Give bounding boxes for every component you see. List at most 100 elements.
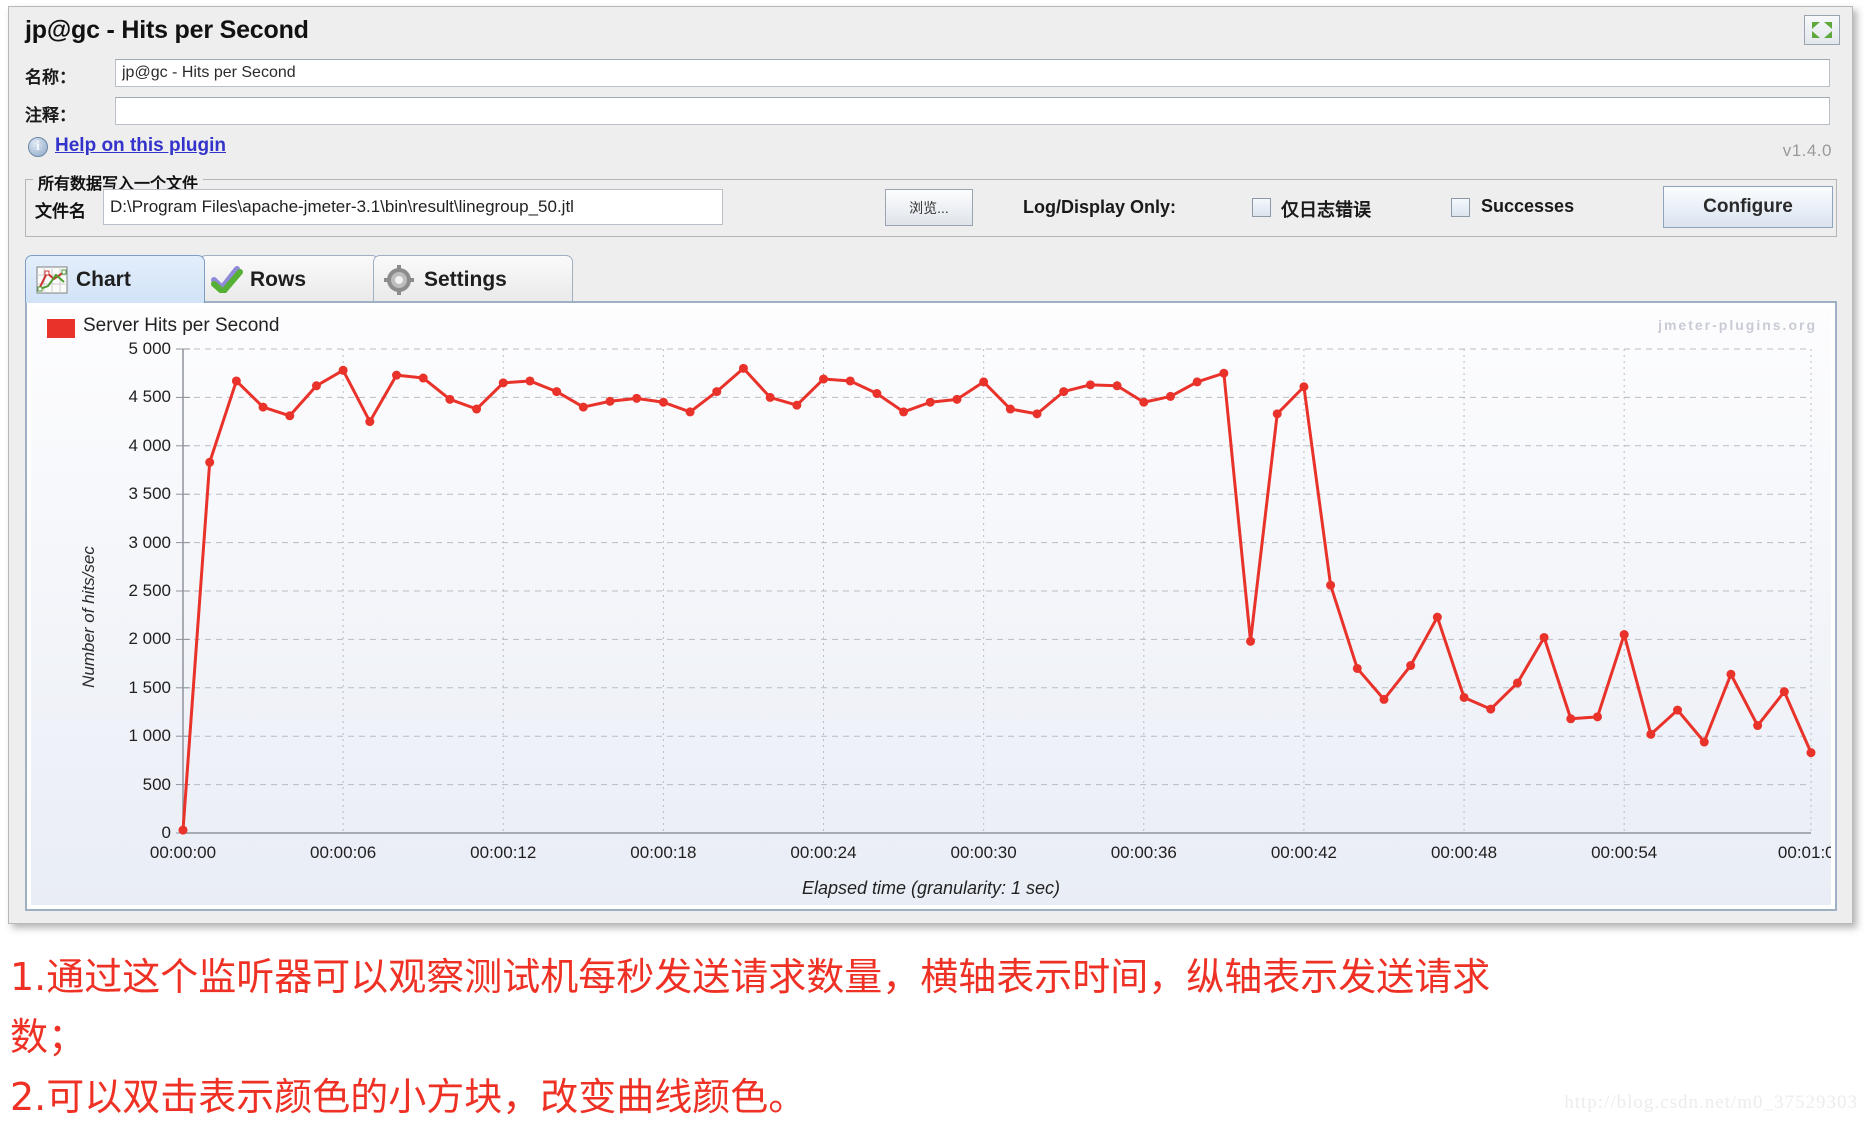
data-point [979,377,988,386]
double-check-icon [210,265,242,295]
data-point [1726,670,1735,679]
chart-area[interactable]: Server Hits per Second jmeter-plugins.or… [31,307,1831,905]
data-point [686,407,695,416]
y-axis-tick-label: 2 000 [61,629,171,649]
data-point [606,397,615,406]
y-axis-tick-label: 500 [61,775,171,795]
y-axis-tick-label: 4 000 [61,436,171,456]
tab-settings-label: Settings [424,268,507,292]
y-axis-tick-label: 3 000 [61,533,171,553]
successes-label: Successes [1481,196,1574,217]
data-point [1540,633,1549,642]
expand-arrows-icon[interactable] [1804,15,1840,45]
info-icon: i [28,137,48,157]
browse-button[interactable]: 浏览... [885,189,973,226]
errors-only-checkbox[interactable] [1252,198,1271,217]
data-point [419,374,428,383]
screenshot-root: jp@gc - Hits per Second 名称： 注释： i Help [0,0,1870,1126]
data-point [312,381,321,390]
data-point [792,401,801,410]
csdn-watermark: http://blog.csdn.net/m0_37529303 [1564,1092,1858,1114]
panel-title-bar: jp@gc - Hits per Second [9,7,1852,55]
data-point [1193,377,1202,386]
data-point [1246,637,1255,646]
data-point [1700,738,1709,747]
comment-row: 注释： [9,97,1852,127]
x-axis-tick-label: 00:00:30 [919,843,1049,863]
y-axis-tick-label: 3 500 [61,484,171,504]
y-axis-tick-label: 2 500 [61,581,171,601]
x-axis-tick-label: 00:00:42 [1239,843,1369,863]
chart-frame: Server Hits per Second jmeter-plugins.or… [25,301,1837,911]
data-point [1780,687,1789,696]
annotation-line-1: 1.通过这个监听器可以观察测试机每秒发送请求数量，横轴表示时间，纵轴表示发送请求 [10,946,1490,1001]
data-point [632,394,641,403]
data-point [259,403,268,412]
log-display-only-label: Log/Display Only: [1023,197,1176,218]
data-point [1299,382,1308,391]
data-point [1139,398,1148,407]
data-point [1593,712,1602,721]
x-axis-tick-label: 00:00:06 [278,843,408,863]
data-point [1566,714,1575,723]
data-point [1033,409,1042,418]
data-point [1326,581,1335,590]
data-point [1166,392,1175,401]
data-point [712,387,721,396]
y-axis-tick-label: 1 500 [61,678,171,698]
help-row: i Help on this plugin v1.4.0 [9,135,1852,163]
data-point [659,398,668,407]
data-point [952,395,961,404]
plugin-version-label: v1.4.0 [1783,141,1832,161]
plot-canvas: 05001 0001 5002 0002 5003 0003 5004 0004… [31,307,1831,905]
data-point [339,366,348,375]
data-point [232,376,241,385]
name-input[interactable] [115,59,1830,87]
data-point [1807,748,1816,757]
tab-chart[interactable]: Chart [25,255,205,303]
comment-input[interactable] [115,97,1830,125]
data-point [1353,664,1362,673]
line-chart-icon [36,265,68,295]
x-axis-tick-label: 00:01:01 [1746,843,1831,863]
x-axis-tick-label: 00:00:48 [1399,843,1529,863]
data-point [1673,706,1682,715]
x-axis-tick-label: 00:00:54 [1559,843,1689,863]
y-axis-tick-label: 0 [61,823,171,843]
data-point [579,403,588,412]
filename-label: 文件名 [35,197,86,222]
data-point [1219,369,1228,378]
chart-svg [31,307,1831,905]
successes-checkbox[interactable] [1451,198,1470,217]
data-point [1406,661,1415,670]
data-point [1620,630,1629,639]
annotation-line-3: 2.可以双击表示颜色的小方块，改变曲线颜色。 [10,1066,806,1121]
x-axis-tick-label: 00:00:18 [598,843,728,863]
filename-input[interactable] [103,189,723,225]
data-point [846,376,855,385]
expand-arrows-glyph [1809,19,1835,41]
data-point [1379,695,1388,704]
data-point [179,826,188,835]
x-axis-tick-label: 00:00:24 [759,843,889,863]
x-axis-tick-label: 00:00:12 [438,843,568,863]
data-point [766,393,775,402]
configure-button[interactable]: Configure [1663,186,1833,228]
errors-only-label: 仅日志错误 [1281,196,1371,222]
data-point [1753,721,1762,730]
x-axis-tick-label: 00:00:36 [1079,843,1209,863]
data-point [1113,381,1122,390]
data-point [499,378,508,387]
y-axis-tick-label: 5 000 [61,339,171,359]
data-point [1273,409,1282,418]
tab-rows[interactable]: Rows [199,255,379,303]
comment-label: 注释： [25,101,76,126]
name-label: 名称： [25,63,76,88]
help-on-this-plugin-link[interactable]: Help on this plugin [55,135,226,157]
tab-settings[interactable]: Settings [373,255,573,303]
data-point [1086,380,1095,389]
data-point [739,364,748,373]
data-point [1486,705,1495,714]
data-point [525,376,534,385]
data-point [1433,613,1442,622]
